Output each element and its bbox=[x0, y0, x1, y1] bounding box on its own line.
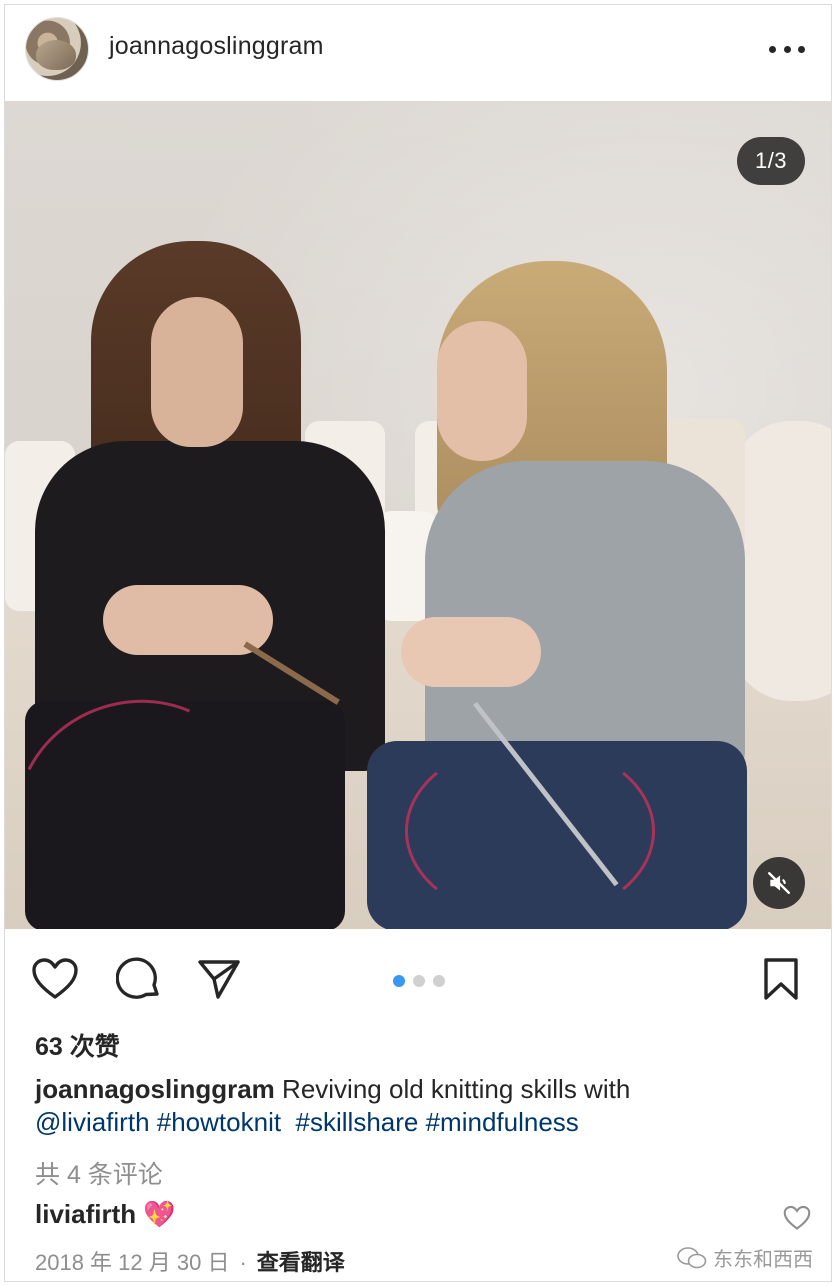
post-meta: 2018 年 12 月 30 日 · 查看翻译 bbox=[35, 1245, 345, 1277]
more-dot bbox=[798, 45, 805, 53]
more-dot bbox=[769, 45, 776, 53]
mute-button[interactable] bbox=[753, 857, 805, 909]
share-button[interactable] bbox=[195, 955, 243, 1003]
translate-link[interactable]: 查看翻译 bbox=[257, 1250, 345, 1275]
post-header: joannagoslinggram bbox=[5, 5, 831, 101]
woman-right-face bbox=[437, 321, 527, 461]
action-bar bbox=[5, 929, 831, 1029]
post-media[interactable]: 1/3 bbox=[5, 101, 831, 929]
woman-right-hands bbox=[401, 617, 541, 687]
view-all-comments-link[interactable]: 共 4 条评论 bbox=[35, 1155, 163, 1191]
media-counter: 1/3 bbox=[737, 137, 805, 185]
comment-like-button[interactable] bbox=[783, 1205, 813, 1235]
heart-icon bbox=[32, 958, 78, 999]
instagram-post: joannagoslinggram 1/3 63 次赞 joannagoslin… bbox=[4, 4, 832, 1282]
watermark-text: 东东和西西 bbox=[713, 1249, 813, 1271]
comment-row: liviafirth 💖 bbox=[35, 1199, 176, 1230]
carousel-indicator bbox=[393, 975, 445, 987]
watermark: 东东和西西 bbox=[677, 1243, 813, 1272]
more-options-icon[interactable] bbox=[769, 35, 805, 63]
more-dot bbox=[783, 45, 791, 53]
yarn bbox=[405, 741, 655, 921]
hashtag-link[interactable]: #howtoknit bbox=[157, 1107, 281, 1137]
save-button[interactable] bbox=[757, 955, 805, 1003]
comment-username[interactable]: liviafirth bbox=[35, 1199, 136, 1229]
woman-left-face bbox=[151, 297, 243, 447]
meta-separator: · bbox=[239, 1250, 247, 1275]
wechat-icon bbox=[677, 1246, 707, 1268]
heart-icon bbox=[783, 1205, 811, 1230]
carousel-dot bbox=[433, 975, 445, 987]
hashtag-link[interactable]: #skillshare bbox=[296, 1107, 419, 1137]
caption-username[interactable]: joannagoslinggram bbox=[35, 1074, 275, 1104]
likes-count[interactable]: 63 次赞 bbox=[35, 1027, 120, 1063]
avatar[interactable] bbox=[25, 17, 89, 81]
send-icon bbox=[198, 960, 240, 999]
comment-button[interactable] bbox=[115, 955, 163, 1003]
like-button[interactable] bbox=[31, 955, 79, 1003]
carousel-dot-active bbox=[393, 975, 405, 987]
post-caption: joannagoslinggram Reviving old knitting … bbox=[35, 1073, 815, 1139]
avatar-image bbox=[36, 40, 76, 70]
caption-text: Reviving old knitting skills with bbox=[282, 1074, 631, 1104]
comment-icon bbox=[116, 957, 159, 999]
post-username[interactable]: joannagoslinggram bbox=[109, 32, 324, 61]
carousel-dot bbox=[413, 975, 425, 987]
mention-link[interactable]: @liviafirth bbox=[35, 1107, 150, 1137]
sofa-arm bbox=[731, 421, 831, 701]
speaker-muted-icon bbox=[768, 872, 790, 894]
bookmark-icon bbox=[764, 958, 798, 1000]
hashtag-link[interactable]: #mindfulness bbox=[426, 1107, 579, 1137]
comment-text: 💖 bbox=[143, 1199, 176, 1229]
post-date: 2018 年 12 月 30 日 bbox=[35, 1250, 230, 1275]
